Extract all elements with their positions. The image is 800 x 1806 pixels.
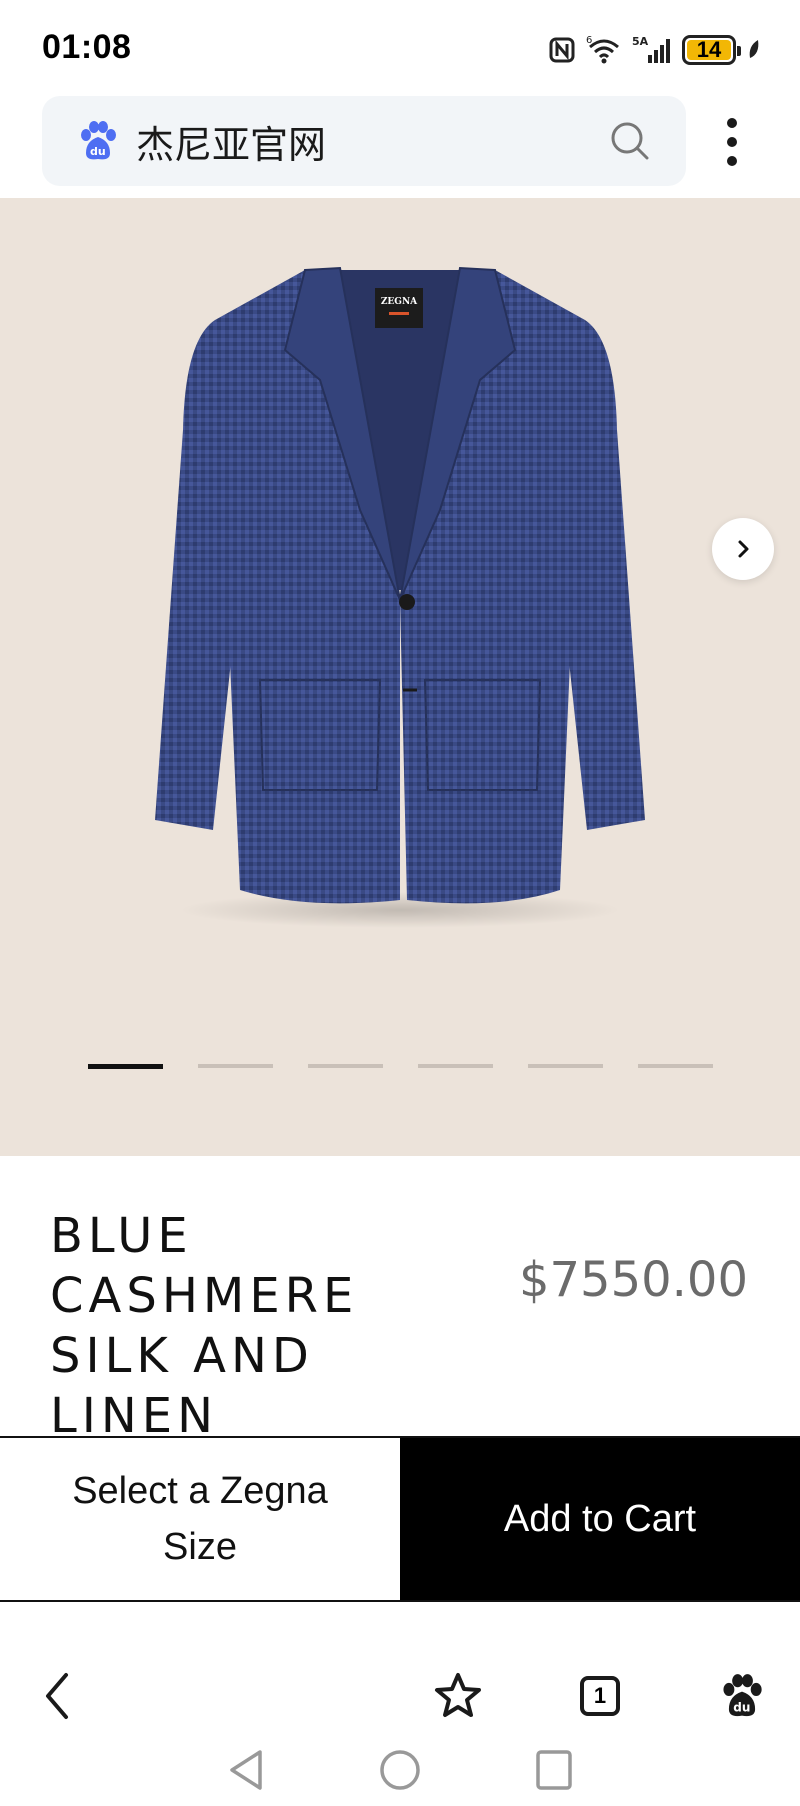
system-recents-icon[interactable] — [534, 1748, 574, 1792]
search-icon[interactable] — [608, 119, 652, 163]
system-nav-bar — [0, 1744, 800, 1806]
browser-bottom-nav: 1 du — [0, 1650, 800, 1740]
more-dot — [727, 118, 737, 128]
back-button[interactable] — [30, 1668, 86, 1724]
star-icon — [435, 1673, 481, 1717]
more-dot — [727, 156, 737, 166]
svg-text:du: du — [733, 1700, 750, 1714]
battery-icon: 14 — [682, 35, 741, 65]
carousel-next-button[interactable] — [712, 518, 774, 580]
system-back-icon[interactable] — [226, 1748, 266, 1792]
svg-text:5A: 5A — [632, 35, 649, 48]
wifi-icon: 6 — [586, 35, 619, 64]
chevron-right-icon — [738, 540, 749, 558]
status-time: 01:08 — [42, 28, 132, 66]
search-query[interactable]: 杰尼亚官网 — [136, 114, 326, 169]
carousel-dot-active[interactable] — [88, 1064, 163, 1069]
tabs-icon: 1 — [580, 1676, 620, 1716]
baidu-icon: du — [723, 1674, 762, 1717]
product-price: $7550.00 — [518, 1252, 748, 1308]
system-home-icon[interactable] — [378, 1748, 422, 1792]
svg-text:du: du — [90, 145, 106, 158]
more-menu-button[interactable] — [716, 114, 748, 170]
jacket-image: ZEGNA — [155, 266, 645, 928]
carousel-dot[interactable] — [308, 1064, 383, 1068]
leaf-icon — [749, 40, 759, 58]
svg-text:ZEGNA: ZEGNA — [381, 297, 418, 307]
status-bar: 01:08 6 5A 14 — [0, 0, 800, 96]
product-image-carousel[interactable]: ZEGNA — [0, 198, 800, 1156]
baidu-paw-icon: du — [81, 121, 116, 160]
back-icon — [46, 1673, 68, 1719]
select-size-button[interactable]: Select a Zegna Size — [0, 1438, 400, 1600]
bookmark-button[interactable] — [430, 1668, 486, 1724]
carousel-dot[interactable] — [528, 1064, 603, 1068]
purchase-action-bar: Select a Zegna Size Add to Cart — [0, 1436, 800, 1602]
baidu-home-button[interactable]: du — [714, 1668, 770, 1724]
add-to-cart-button[interactable]: Add to Cart — [400, 1438, 800, 1600]
carousel-dot[interactable] — [418, 1064, 493, 1068]
more-dot — [727, 137, 737, 147]
status-icons: 6 5A 14 — [548, 30, 762, 70]
battery-level: 14 — [696, 37, 722, 62]
signal-icon: 5A — [632, 35, 670, 63]
carousel-indicator — [88, 1064, 713, 1069]
carousel-dot[interactable] — [198, 1064, 273, 1068]
carousel-dot[interactable] — [638, 1064, 713, 1068]
tabs-button[interactable]: 1 — [572, 1668, 628, 1724]
search-bar[interactable]: du 杰尼亚官网 — [42, 96, 686, 186]
nfc-icon — [549, 37, 575, 63]
svg-text:6: 6 — [586, 35, 592, 46]
product-title: BLUE CASHMERE SILK AND LINEN — [50, 1208, 359, 1444]
